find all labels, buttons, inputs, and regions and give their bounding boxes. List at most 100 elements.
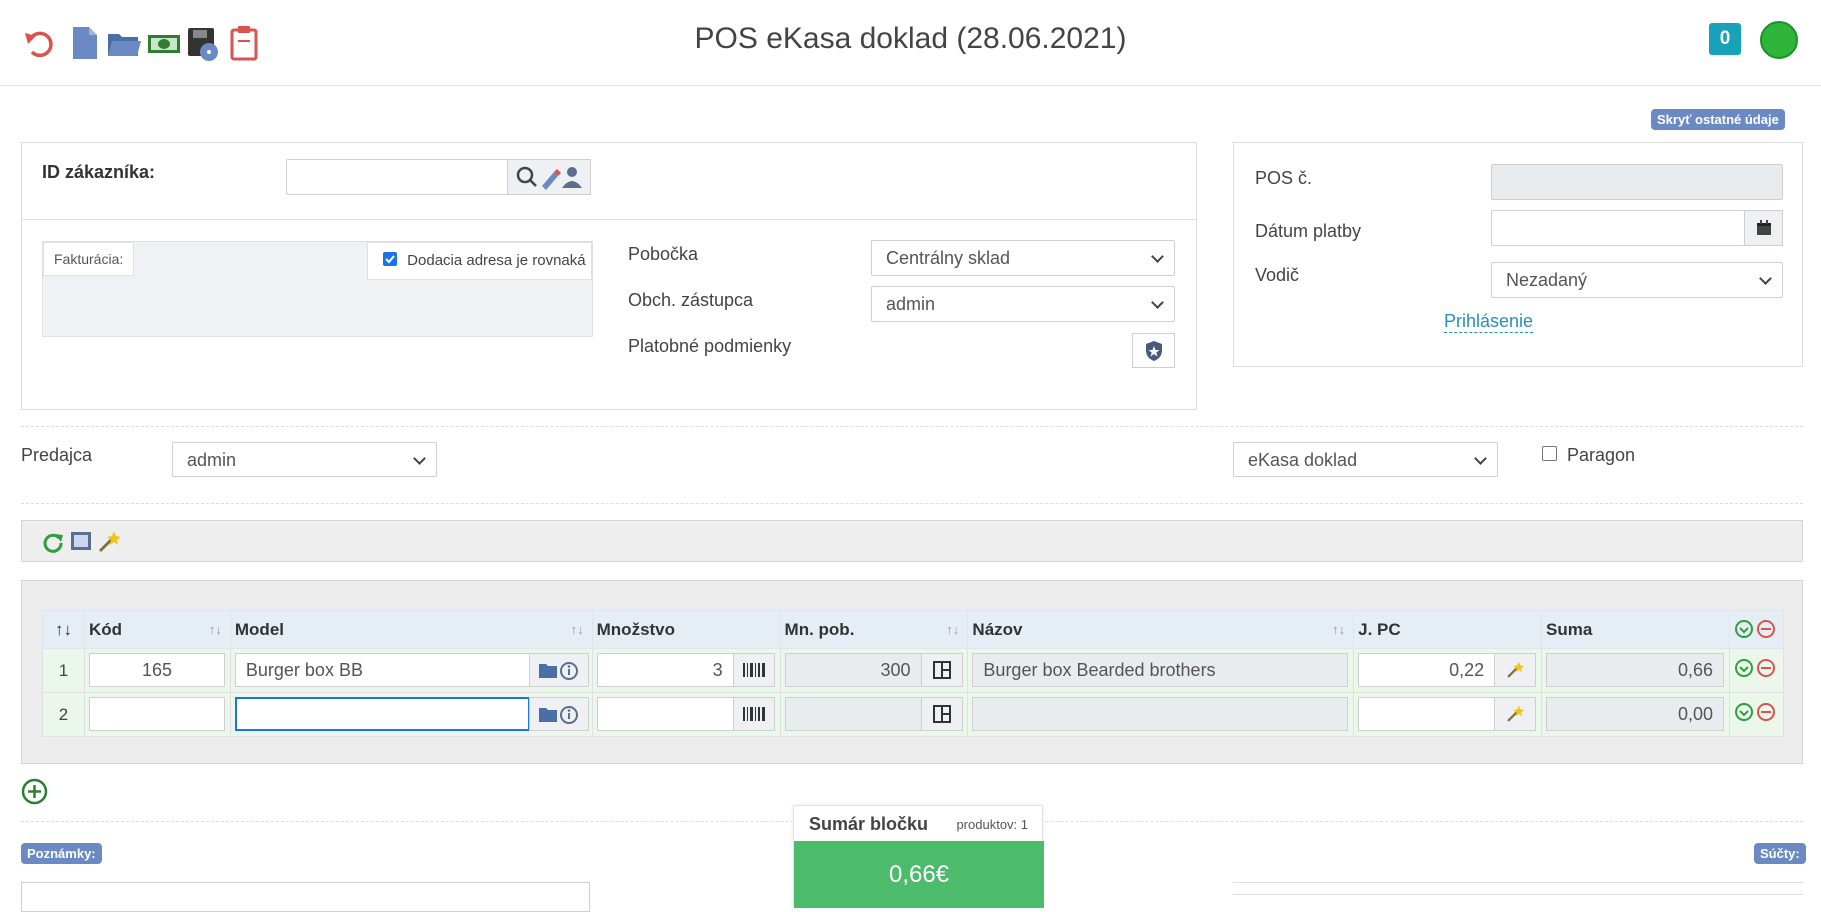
quantity-input[interactable]: [596, 697, 734, 731]
payment-terms-label: Platobné podmienky: [628, 336, 792, 356]
price-wand-button[interactable]: [1494, 697, 1537, 731]
calendar-icon: [1756, 220, 1771, 235]
window-icon[interactable]: [70, 530, 92, 552]
row-actions-icons[interactable]: [1734, 702, 1778, 722]
refresh-icon[interactable]: [42, 531, 64, 553]
price-wand-button[interactable]: [1494, 653, 1537, 687]
row-number: 2: [42, 692, 85, 737]
top-bar: POS eKasa doklad (28.06.2021) 0: [0, 0, 1821, 86]
code-cell: 165: [83, 648, 231, 693]
branch-qty-cell: 300: [779, 648, 969, 693]
unit-price-cell: 0,22: [1353, 648, 1543, 693]
branch-qty-value: [784, 697, 922, 731]
driver-select[interactable]: Nezadaný: [1491, 262, 1783, 298]
column-header-code[interactable]: Kód ↑↓: [83, 610, 231, 649]
billing-tab: Fakturácia:: [43, 242, 135, 276]
delivery-same-checkbox[interactable]: [383, 252, 397, 266]
code-cell: [83, 692, 231, 737]
payment-date-label: Dátum platby: [1255, 221, 1362, 241]
quantity-cell: [591, 692, 781, 737]
row-actions: [1728, 692, 1785, 737]
column-header-quantity[interactable]: Množstvo: [591, 610, 781, 649]
payment-date-input[interactable]: [1491, 210, 1745, 246]
customer-id-input[interactable]: [286, 159, 508, 195]
summary-title: Sumár bločku: [809, 814, 929, 834]
connection-status-icon: [1760, 21, 1798, 59]
unit-price-cell: [1353, 692, 1543, 737]
sales-rep-select[interactable]: admin: [871, 286, 1175, 322]
branch-label: Pobočka: [628, 244, 699, 264]
customer-panel: ID zákazníka: Fakturácia: Dodacia adresa…: [21, 142, 1197, 410]
unit-price-input[interactable]: 0,22: [1358, 653, 1496, 687]
column-header-model[interactable]: Model ↑↓: [229, 610, 593, 649]
column-header-unit-price[interactable]: J. PC: [1353, 610, 1543, 649]
customer-lookup-icons: [516, 166, 582, 190]
column-header-sum[interactable]: Suma: [1541, 610, 1730, 649]
name-value: [972, 697, 1349, 731]
model-cell: Burger box BB: [229, 648, 593, 693]
name-cell: Burger box Bearded brothers: [967, 648, 1355, 693]
pos-number-label: POS č.: [1255, 168, 1313, 188]
pos-number-input[interactable]: [1491, 164, 1783, 200]
magic-wand-icon: [1507, 705, 1525, 722]
customer-panel-divider: [22, 219, 1196, 220]
table-row: 1 165 Burger box BB 3 300 Burger box Bea…: [42, 648, 1785, 693]
name-value: Burger box Bearded brothers: [972, 653, 1349, 687]
notes-textarea[interactable]: [21, 882, 590, 912]
name-cell: [967, 692, 1355, 737]
notes-label: Poznámky:: [21, 843, 102, 864]
sum-value: 0,66: [1546, 653, 1725, 687]
table-header-row: ↑↓ Kód ↑↓ Model ↑↓ Množstvo Mn. pob. ↑↓ Náz…: [42, 610, 1785, 649]
column-header-actions: [1728, 610, 1785, 649]
table-row: 2 0,00: [42, 692, 1785, 737]
column-header-name[interactable]: Názov ↑↓: [967, 610, 1355, 649]
stock-button[interactable]: [920, 653, 963, 687]
model-input[interactable]: Burger box BB: [234, 653, 530, 687]
page-title: POS eKasa doklad (28.06.2021): [694, 22, 1127, 55]
customer-lookup-button[interactable]: [507, 159, 591, 195]
branch-select[interactable]: Centrálny sklad: [871, 240, 1175, 276]
sum-cell: 0,00: [1541, 692, 1730, 737]
barcode-button[interactable]: [732, 697, 775, 731]
magic-wand-icon[interactable]: [96, 529, 122, 555]
seller-label: Predajca: [21, 445, 93, 465]
add-row-icon[interactable]: [21, 778, 48, 805]
model-input[interactable]: [234, 697, 530, 731]
barcode-button[interactable]: [732, 653, 775, 687]
row-actions-header-icons: [1735, 620, 1776, 638]
sum-value: 0,00: [1546, 697, 1725, 731]
folder-info-icon: [538, 706, 578, 724]
column-header-sort[interactable]: ↑↓: [42, 610, 85, 649]
quantity-cell: 3: [591, 648, 781, 693]
paragon-checkbox[interactable]: [1542, 446, 1557, 461]
model-browse-button[interactable]: [528, 653, 589, 687]
products-table: ↑↓ Kód ↑↓ Model ↑↓ Množstvo Mn. pob. ↑↓ Náz…: [42, 610, 1785, 737]
column-header-branch-qty[interactable]: Mn. pob. ↑↓: [779, 610, 969, 649]
model-browse-button[interactable]: [528, 697, 589, 731]
code-input[interactable]: [88, 697, 225, 731]
seller-select[interactable]: admin: [172, 442, 437, 477]
quantity-input[interactable]: 3: [596, 653, 734, 687]
stock-button[interactable]: [920, 697, 963, 731]
unit-price-input[interactable]: [1358, 697, 1496, 731]
row-number: 1: [42, 648, 85, 693]
sums-divider-1: [1233, 882, 1803, 883]
row-actions: [1728, 648, 1785, 693]
row-actions-icons[interactable]: [1734, 658, 1778, 678]
notification-count-badge[interactable]: 0: [1709, 23, 1741, 55]
payment-terms-button[interactable]: [1132, 333, 1175, 368]
sums-divider-2: [1233, 894, 1803, 895]
sales-rep-label: Obch. zástupca: [628, 290, 754, 310]
summary-amount: 0,66€: [794, 841, 1044, 908]
grid-icon: [932, 661, 951, 679]
login-link[interactable]: Prihlásenie: [1444, 311, 1534, 333]
hide-other-details-button[interactable]: Skryť ostatné údaje: [1651, 109, 1785, 130]
code-input[interactable]: 165: [88, 653, 225, 687]
delivery-same-option[interactable]: Dodacia adresa je rovnaká: [367, 242, 592, 280]
sum-cell: 0,66: [1541, 648, 1730, 693]
delivery-same-label: Dodacia adresa je rovnaká: [407, 252, 586, 269]
calendar-button[interactable]: [1744, 210, 1783, 246]
section-divider-2: [21, 503, 1803, 504]
document-type-select[interactable]: eKasa doklad: [1233, 442, 1498, 477]
products-grid: ↑↓ Kód ↑↓ Model ↑↓ Množstvo Mn. pob. ↑↓ Náz…: [21, 580, 1803, 764]
